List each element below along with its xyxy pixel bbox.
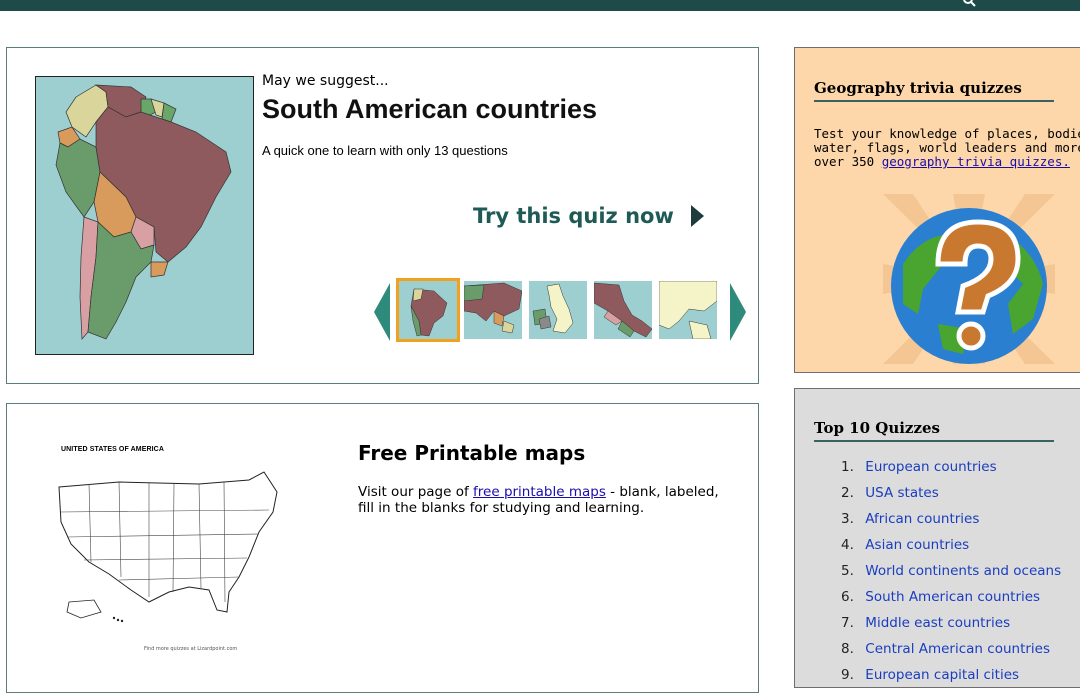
list-item: 3. African countries [841, 511, 980, 527]
trivia-description: Test your knowledge of places, bodie wat… [814, 126, 1080, 169]
top-nav-bar [0, 0, 1080, 11]
quiz-link[interactable]: USA states [865, 485, 938, 501]
trivia-quizzes-card: Geography trivia quizzes Test your knowl… [794, 47, 1080, 373]
chevron-left-icon[interactable] [374, 283, 390, 341]
suggested-quiz-card: May we suggest... South American countri… [6, 47, 759, 384]
quiz-link[interactable]: Middle east countries [865, 615, 1010, 631]
list-item: 5. World continents and oceans [841, 563, 1062, 579]
printable-maps-description: Visit our page of free printable maps - … [358, 484, 719, 516]
quiz-link[interactable]: Central American countries [865, 641, 1050, 657]
quiz-link[interactable]: European countries [865, 459, 996, 475]
geography-trivia-link[interactable]: geography trivia quizzes. [882, 154, 1070, 169]
list-item: 8. Central American countries [841, 641, 1051, 657]
list-item: 6. South American countries [841, 589, 1041, 605]
question-globe-icon[interactable] [883, 194, 1055, 364]
suggested-quiz-description: A quick one to learn with only 13 questi… [262, 143, 508, 158]
quiz-link[interactable]: World continents and oceans [865, 563, 1061, 579]
top-10-heading: Top 10 Quizzes [814, 419, 1054, 442]
suggested-quiz-title[interactable]: South American countries [262, 94, 597, 125]
quiz-link[interactable]: European capital cities [865, 667, 1019, 683]
top-10-list: 1. European countries 2. USA states 3. A… [841, 459, 1061, 693]
usa-map-caption: UNITED STATES OF AMERICA [61, 446, 164, 453]
list-item: 1. European countries [841, 459, 997, 475]
top-10-quizzes-card: Top 10 Quizzes 1. European countries 2. … [794, 388, 1080, 688]
quiz-link[interactable]: African countries [865, 511, 979, 527]
printable-maps-title: Free Printable maps [358, 441, 586, 465]
printable-maps-card: UNITED STATES OF AMERICA Find more quizz… [6, 403, 759, 693]
usa-map-footer: Find more quizzes at Lizardpoint.com [144, 646, 238, 652]
list-item: 2. USA states [841, 485, 939, 501]
trivia-heading: Geography trivia quizzes [814, 79, 1054, 102]
free-printable-maps-link[interactable]: free printable maps [473, 484, 606, 500]
usa-printable-map-image[interactable] [49, 462, 294, 632]
south-america-map-image[interactable] [35, 76, 254, 355]
play-arrow-icon[interactable] [691, 205, 704, 227]
list-item: 9. European capital cities [841, 667, 1020, 683]
search-icon[interactable] [962, 0, 976, 8]
quiz-link[interactable]: Asian countries [865, 537, 969, 553]
chevron-right-icon[interactable] [730, 283, 746, 341]
carousel-thumb-uk[interactable] [529, 281, 587, 339]
carousel-thumb-south-america[interactable] [396, 278, 460, 342]
suggest-kicker: May we suggest... [262, 73, 389, 89]
quiz-link[interactable]: South American countries [865, 589, 1040, 605]
carousel-thumb-north-america[interactable] [659, 281, 717, 339]
carousel-thumb-central-america[interactable] [594, 281, 652, 339]
carousel-thumb-asia[interactable] [464, 281, 522, 339]
list-item: 7. Middle east countries [841, 615, 1011, 631]
try-quiz-link[interactable]: Try this quiz now [473, 204, 674, 228]
list-item: 4. Asian countries [841, 537, 970, 553]
